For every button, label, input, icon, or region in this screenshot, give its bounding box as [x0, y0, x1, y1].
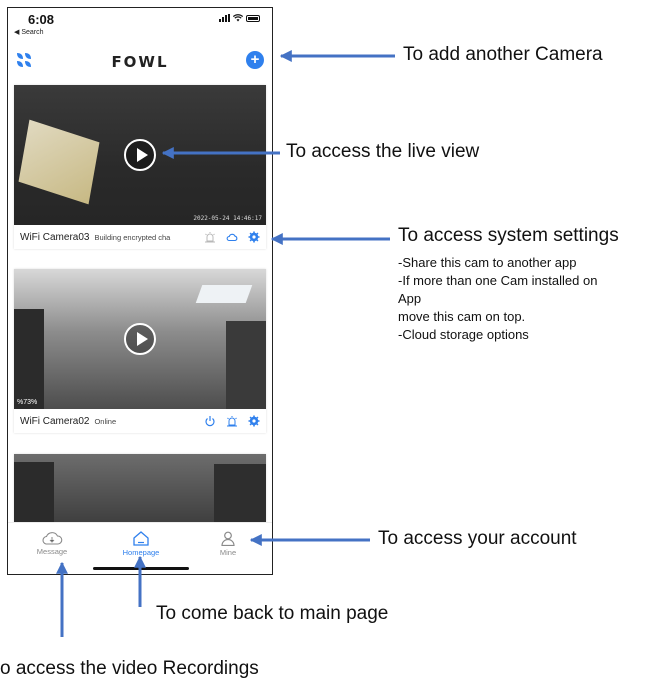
callout-system-settings: To access system settings: [398, 225, 619, 246]
settings-note: App: [398, 291, 422, 306]
settings-note: -Cloud storage options: [398, 327, 529, 342]
callout-account: To access your account: [378, 528, 577, 549]
settings-notes-list: -Share this cam to another app -If more …: [398, 254, 597, 344]
settings-note: -Share this cam to another app: [398, 255, 577, 270]
settings-note: move this cam on top.: [398, 309, 526, 324]
settings-note: -If more than one Cam installed on: [398, 273, 598, 288]
callout-add-camera: To add another Camera: [403, 44, 603, 65]
callout-main-page: To come back to main page: [156, 603, 389, 624]
callout-live-view: To access the live view: [286, 141, 480, 162]
callout-recordings: o access the video Recordings: [0, 658, 259, 679]
